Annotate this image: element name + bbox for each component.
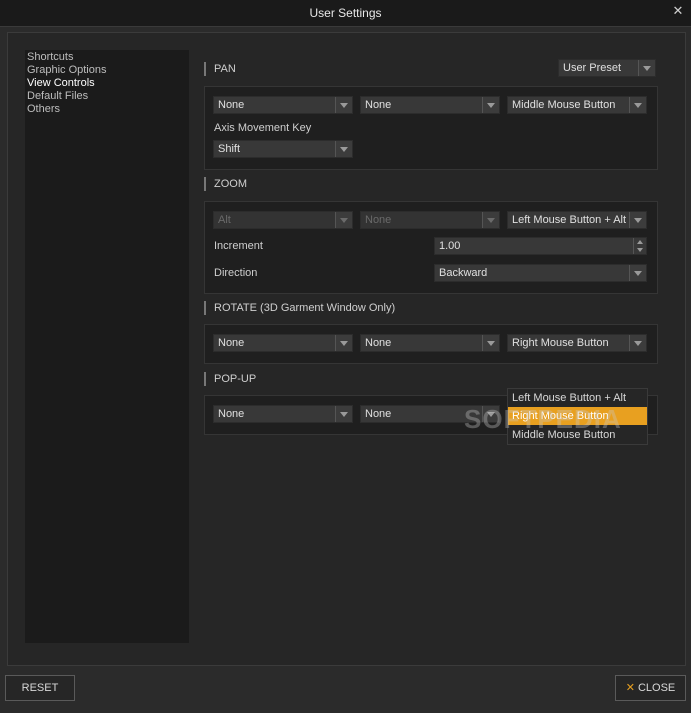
pan-modifier1-dropdown[interactable]: None — [213, 96, 353, 114]
close-button[interactable]: ✕ CLOSE — [615, 675, 686, 701]
sidebar-item-default-files[interactable]: Default Files — [25, 90, 106, 103]
zoom-modifier2-dropdown[interactable]: None — [360, 211, 500, 229]
window-close-icon[interactable]: ✕ — [671, 4, 685, 18]
increment-label: Increment — [214, 240, 263, 252]
chevron-down-icon — [482, 97, 499, 113]
preset-value: User Preset — [563, 62, 622, 74]
chevron-down-icon — [335, 406, 352, 422]
chevron-up-icon[interactable] — [634, 238, 646, 246]
popup-button-dropdown-list: Left Mouse Button + Alt Right Mouse Butt… — [507, 388, 648, 445]
window-title: User Settings — [309, 6, 382, 20]
pan-button-dropdown[interactable]: Middle Mouse Button — [507, 96, 647, 114]
chevron-down-icon — [335, 335, 352, 351]
dropdown-option-right-mouse[interactable]: Right Mouse Button — [508, 407, 647, 425]
zoom-button-value: Left Mouse Button + Alt — [512, 214, 627, 226]
popup-modifier1-dropdown[interactable]: None — [213, 405, 353, 423]
zoom-modifier2-value: None — [365, 214, 392, 226]
sidebar-item-others[interactable]: Others — [25, 103, 106, 116]
close-button-label: CLOSE — [637, 682, 676, 694]
axis-movement-key-label: Axis Movement Key — [214, 122, 312, 134]
pan-modifier1-value: None — [218, 99, 245, 111]
zoom-section-title: ZOOM — [204, 177, 247, 191]
direction-dropdown[interactable]: Backward — [434, 264, 647, 282]
chevron-down-icon — [638, 60, 655, 76]
chevron-down-icon — [482, 406, 499, 422]
title-bar: User Settings ✕ — [0, 0, 691, 27]
chevron-down-icon — [335, 212, 352, 228]
axis-movement-key-dropdown[interactable]: Shift — [213, 140, 353, 158]
pan-panel: None None Middle Mouse Button Axis Movem… — [204, 86, 658, 170]
rotate-modifier1-dropdown[interactable]: None — [213, 334, 353, 352]
rotate-button-value: Right Mouse Button — [512, 337, 609, 349]
sidebar-item-view-controls[interactable]: View Controls — [25, 77, 106, 90]
chevron-down-icon — [335, 141, 352, 157]
rotate-modifier1-value: None — [218, 337, 245, 349]
stepper-buttons — [633, 238, 646, 254]
chevron-down-icon — [482, 212, 499, 228]
rotate-section-title: ROTATE (3D Garment Window Only) — [204, 301, 395, 315]
zoom-modifier1-value: Alt — [218, 214, 231, 226]
increment-stepper[interactable]: 1.00 — [434, 237, 647, 255]
popup-section-title: POP-UP — [204, 372, 256, 386]
pan-modifier2-value: None — [365, 99, 392, 111]
rotate-modifier2-value: None — [365, 337, 392, 349]
rotate-modifier2-dropdown[interactable]: None — [360, 334, 500, 352]
rotate-button-dropdown[interactable]: Right Mouse Button — [507, 334, 647, 352]
sidebar-item-graphic-options[interactable]: Graphic Options — [25, 64, 106, 77]
preset-dropdown[interactable]: User Preset — [558, 59, 656, 77]
sidebar-item-shortcuts[interactable]: Shortcuts — [25, 51, 106, 64]
dropdown-option-left-mouse-alt[interactable]: Left Mouse Button + Alt — [508, 389, 647, 407]
axis-movement-key-value: Shift — [218, 143, 241, 155]
zoom-modifier1-dropdown[interactable]: Alt — [213, 211, 353, 229]
chevron-down-icon[interactable] — [634, 246, 646, 254]
pan-section-title: PAN — [204, 62, 236, 76]
pan-button-value: Middle Mouse Button — [512, 99, 616, 111]
reset-button[interactable]: RESET — [5, 675, 75, 701]
chevron-down-icon — [629, 335, 646, 351]
sidebar: Shortcuts Graphic Options View Controls … — [25, 50, 189, 643]
popup-modifier2-dropdown[interactable]: None — [360, 405, 500, 423]
pan-modifier2-dropdown[interactable]: None — [360, 96, 500, 114]
direction-value: Backward — [439, 267, 488, 279]
popup-modifier2-value: None — [365, 408, 392, 420]
zoom-button-dropdown[interactable]: Left Mouse Button + Alt — [507, 211, 647, 229]
zoom-panel: Alt None Left Mouse Button + Alt Increme… — [204, 201, 658, 294]
direction-label: Direction — [214, 267, 258, 279]
chevron-down-icon — [335, 97, 352, 113]
chevron-down-icon — [482, 335, 499, 351]
chevron-down-icon — [629, 212, 646, 228]
increment-value: 1.00 — [439, 240, 461, 252]
popup-modifier1-value: None — [218, 408, 245, 420]
rotate-panel: None None Right Mouse Button — [204, 324, 658, 364]
dropdown-option-middle-mouse[interactable]: Middle Mouse Button — [508, 426, 647, 444]
chevron-down-icon — [629, 97, 646, 113]
chevron-down-icon — [629, 265, 646, 281]
close-icon: ✕ — [625, 682, 635, 694]
